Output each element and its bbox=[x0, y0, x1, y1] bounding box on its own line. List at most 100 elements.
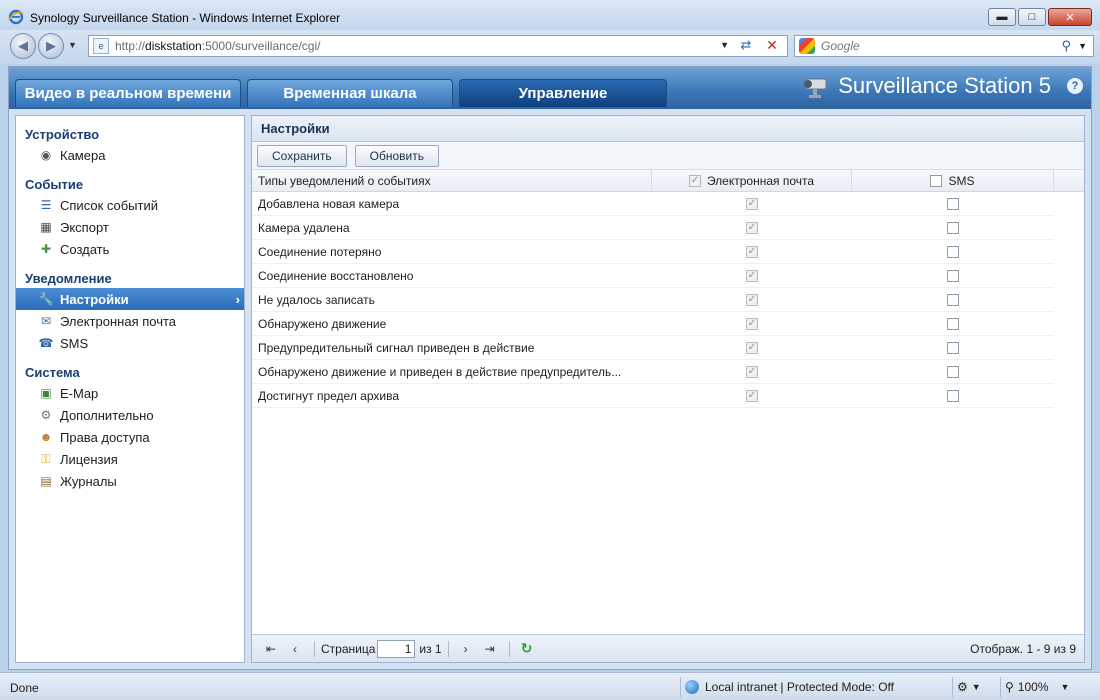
ie-logo-icon bbox=[8, 9, 24, 25]
tab-live-view[interactable]: Видео в реальном времени bbox=[15, 79, 241, 107]
sidebar-item-event-list[interactable]: ☰ Список событий bbox=[16, 194, 244, 216]
stop-icon[interactable]: ✕ bbox=[761, 37, 783, 55]
email-cell bbox=[652, 312, 852, 335]
sidebar-item-logs[interactable]: ▤ Журналы bbox=[16, 470, 244, 492]
sms-cell bbox=[852, 288, 1054, 311]
main-panel: Настройки Сохранить Обновить Типы уведом… bbox=[251, 115, 1085, 663]
sms-checkbox[interactable] bbox=[947, 221, 959, 234]
pager-separator bbox=[508, 640, 510, 657]
users-icon: ☻ bbox=[39, 430, 53, 444]
sms-cell bbox=[852, 240, 1054, 263]
email-checkbox[interactable] bbox=[746, 317, 758, 330]
sidebar-item-export[interactable]: ▦ Экспорт bbox=[16, 216, 244, 238]
sms-checkbox[interactable] bbox=[947, 293, 959, 306]
help-button[interactable]: ? bbox=[1067, 78, 1083, 94]
maximize-button[interactable]: □ bbox=[1018, 8, 1046, 26]
next-page-icon[interactable]: › bbox=[455, 639, 477, 659]
grid-body: Добавлена новая камера Камера удалена Соед… bbox=[252, 192, 1084, 408]
page-label: Страница bbox=[321, 641, 376, 656]
event-type-label: Обнаружено движение bbox=[258, 316, 387, 331]
address-dropdown-icon[interactable]: ▼ bbox=[720, 40, 729, 50]
sms-checkbox[interactable] bbox=[947, 341, 959, 354]
sidebar-item-create[interactable]: ✚ Создать bbox=[16, 238, 244, 260]
last-page-icon[interactable]: ⇥ bbox=[479, 639, 501, 659]
event-type-label: Добавлена новая камера bbox=[258, 196, 400, 211]
address-input[interactable]: e http://diskstation:5000/surveillance/c… bbox=[88, 35, 788, 57]
table-row: Добавлена новая камера bbox=[252, 192, 1054, 216]
sms-checkbox[interactable] bbox=[947, 245, 959, 258]
status-bar: Done Local intranet | Protected Mode: Of… bbox=[0, 672, 1100, 700]
email-checkbox[interactable] bbox=[746, 269, 758, 282]
refresh-icon[interactable]: ⇄ bbox=[735, 37, 757, 55]
header-sms-checkbox[interactable] bbox=[930, 174, 943, 187]
save-button[interactable]: Сохранить bbox=[257, 144, 347, 167]
globe-icon bbox=[685, 680, 699, 694]
sms-cell bbox=[852, 264, 1054, 287]
page-of-label: из 1 bbox=[419, 641, 442, 656]
tab-timeline[interactable]: Временная шкала bbox=[247, 79, 453, 107]
sms-checkbox[interactable] bbox=[947, 317, 959, 330]
column-header-email[interactable]: Электронная почта bbox=[652, 170, 852, 191]
email-checkbox[interactable] bbox=[746, 365, 758, 378]
sms-checkbox[interactable] bbox=[947, 389, 959, 402]
sms-checkbox[interactable] bbox=[947, 269, 959, 282]
page-number-input[interactable]: 1 bbox=[377, 639, 416, 658]
minimize-button[interactable]: ▬ bbox=[988, 8, 1016, 26]
forward-arrow-icon: ▶ bbox=[46, 38, 56, 53]
history-dropdown-icon[interactable]: ▼ bbox=[68, 40, 77, 50]
email-checkbox[interactable] bbox=[746, 341, 758, 354]
event-type-label: Соединение потеряно bbox=[258, 244, 382, 259]
security-zone[interactable]: Local intranet | Protected Mode: Off bbox=[680, 677, 894, 697]
email-cell bbox=[652, 240, 852, 263]
sidebar-group-device: Устройство bbox=[25, 127, 100, 142]
email-checkbox[interactable] bbox=[746, 245, 758, 258]
email-cell bbox=[652, 216, 852, 239]
email-cell bbox=[652, 336, 852, 359]
forward-button[interactable]: ▶ bbox=[38, 33, 64, 59]
emap-icon: ▣ bbox=[40, 386, 52, 400]
prev-page-icon[interactable]: ‹ bbox=[284, 639, 306, 659]
email-checkbox[interactable] bbox=[746, 221, 758, 234]
app-content: Видео в реальном времени Временная шкала… bbox=[8, 66, 1092, 670]
sidebar-item-settings[interactable]: 🔧 Настройки › bbox=[16, 288, 244, 310]
sms-checkbox[interactable] bbox=[947, 365, 959, 378]
close-button[interactable]: ✕ bbox=[1048, 8, 1092, 26]
sidebar-item-camera[interactable]: ◉ Камера bbox=[16, 144, 244, 166]
first-page-icon[interactable]: ⇤ bbox=[260, 639, 282, 659]
url-text: http://diskstation:5000/surveillance/cgi… bbox=[115, 39, 321, 53]
google-logo-icon bbox=[799, 38, 815, 54]
pager-separator bbox=[447, 640, 449, 657]
sidebar-item-email[interactable]: ✉ Электронная почта bbox=[16, 310, 244, 332]
protected-mode-button[interactable]: ⚙ ▼ bbox=[952, 677, 981, 697]
sms-checkbox[interactable] bbox=[947, 197, 959, 210]
chevron-right-icon: › bbox=[235, 291, 240, 307]
search-icon[interactable]: ⚲ bbox=[1061, 38, 1071, 54]
reload-icon[interactable]: ↻ bbox=[516, 639, 538, 659]
sidebar-item-license[interactable]: ⚿ Лицензия bbox=[16, 448, 244, 470]
header-email-checkbox[interactable] bbox=[688, 174, 701, 187]
search-placeholder: Google bbox=[821, 39, 860, 53]
sms-cell bbox=[852, 216, 1054, 239]
zoom-control[interactable]: ⚲ 100% ▼ bbox=[1000, 677, 1069, 697]
column-header-sms[interactable]: SMS bbox=[852, 170, 1054, 191]
sidebar-item-emap[interactable]: ▣ E-Map bbox=[16, 382, 244, 404]
back-button[interactable]: ◀ bbox=[10, 33, 36, 59]
event-type-label: Достигнут предел архива bbox=[258, 388, 399, 403]
sidebar-group-event: Событие bbox=[25, 177, 84, 192]
email-checkbox[interactable] bbox=[746, 293, 758, 306]
sidebar-item-advanced[interactable]: ⚙ Дополнительно bbox=[16, 404, 244, 426]
search-dropdown-icon[interactable]: ▼ bbox=[1078, 41, 1087, 51]
email-checkbox[interactable] bbox=[746, 389, 758, 402]
brand-area: Surveillance Station 5 ? bbox=[800, 73, 1083, 99]
settings-icon: ⚙ bbox=[957, 680, 968, 694]
search-input[interactable]: Google ⚲ ▼ bbox=[794, 35, 1094, 57]
wrench-icon: 🔧 bbox=[38, 292, 54, 306]
email-checkbox[interactable] bbox=[746, 197, 758, 210]
sidebar-item-sms[interactable]: ☎ SMS bbox=[16, 332, 244, 354]
refresh-button[interactable]: Обновить bbox=[354, 144, 439, 167]
panel-toolbar: Сохранить Обновить bbox=[252, 142, 1084, 170]
sidebar: Устройство ◉ Камера Событие ☰ Список соб… bbox=[15, 115, 245, 663]
sidebar-item-privileges[interactable]: ☻ Права доступа bbox=[16, 426, 244, 448]
tab-management[interactable]: Управление bbox=[459, 79, 667, 107]
gear-icon: ⚙ bbox=[40, 408, 52, 422]
